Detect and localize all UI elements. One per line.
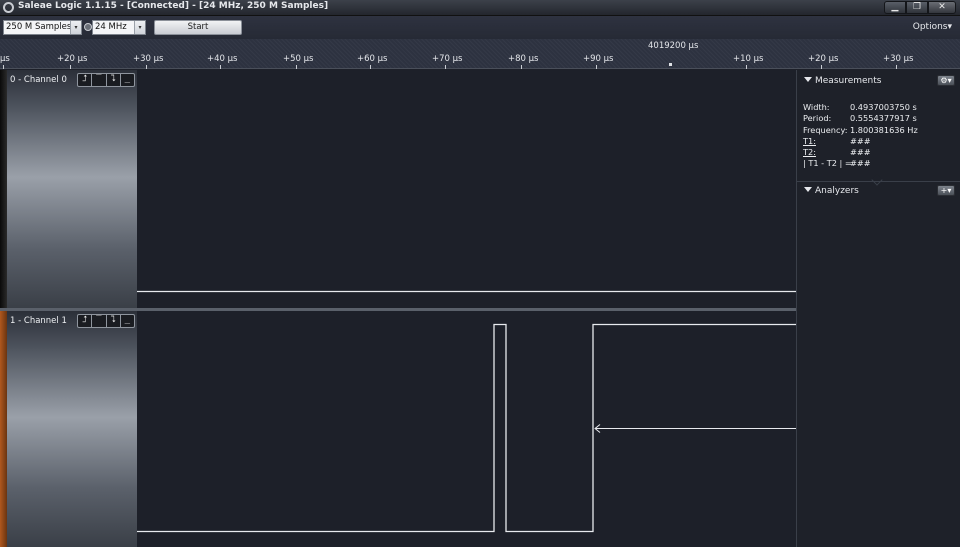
measurement-row: Frequency: 1.800381636 Hz — [803, 125, 959, 136]
ruler-tick-mark — [146, 65, 147, 69]
measurement-value: 1.800381636 Hz — [850, 124, 918, 135]
ruler-tick-label: +70 µs — [432, 54, 463, 64]
trigger-high-button[interactable]: ‾ — [92, 74, 107, 86]
trigger-falling-edge-button[interactable]: ⮧ — [107, 315, 121, 327]
channel-1-trace — [137, 323, 796, 533]
measurement-key: Width: — [803, 102, 830, 112]
measurement-row: T2: ### — [803, 147, 959, 158]
measurement-row: Width: 0.4937003750 s — [803, 102, 959, 113]
trigger-high-button[interactable]: ‾ — [92, 315, 107, 327]
trigger-buttons: ⮥ ‾ ⮧ _ — [77, 314, 135, 328]
channel-0-waveform[interactable] — [137, 70, 796, 308]
sample-rate-select[interactable]: 24 MHz ▾ — [92, 20, 146, 35]
add-analyzer-icon[interactable]: +▾ — [937, 185, 955, 196]
ruler-tick-mark — [521, 65, 522, 69]
ruler-tick-label: µs — [0, 54, 10, 64]
channel-1-waveform[interactable] — [137, 311, 796, 547]
ruler-tick-label: +40 µs — [207, 54, 238, 64]
ruler-tick-label: +20 µs — [57, 54, 88, 64]
t1-link[interactable]: T1: — [803, 136, 816, 146]
measurement-row: T1: ### — [803, 136, 959, 147]
trigger-low-button[interactable]: _ — [121, 74, 134, 86]
samples-select[interactable]: 250 M Samples ▾ — [3, 20, 82, 35]
trigger-low-button[interactable]: _ — [121, 315, 134, 327]
clock-icon — [84, 23, 92, 31]
ruler-tick-mark — [821, 65, 822, 69]
start-button[interactable]: Start — [154, 20, 242, 35]
ruler-tick-mark — [70, 65, 71, 69]
ruler-center-time: 4019200 µs — [648, 41, 699, 51]
window-title: Saleae Logic 1.1.15 - [Connected] - [24 … — [18, 1, 329, 11]
measurement-value: ### — [850, 147, 871, 158]
close-button[interactable]: ✕ — [928, 1, 956, 14]
ruler-tick-label: +90 µs — [583, 54, 614, 64]
channel-color-bar — [0, 70, 7, 308]
analyzers-title: Analyzers — [815, 186, 859, 196]
toolbar: 250 M Samples ▾ 24 MHz ▾ Start Options▾ — [0, 16, 960, 39]
side-panel: Measurements ⚙▾ Width: 0.4937003750 s Pe… — [796, 70, 960, 547]
channel-color-bar — [0, 311, 7, 547]
measurements-title: Measurements — [815, 76, 882, 86]
saleae-logic-window: Saleae Logic 1.1.15 - [Connected] - [24 … — [0, 0, 960, 547]
ruler-tick-mark — [220, 65, 221, 69]
ruler-center-marker — [669, 63, 672, 66]
title-bar: Saleae Logic 1.1.15 - [Connected] - [24 … — [0, 0, 960, 16]
collapse-triangle-icon[interactable] — [804, 77, 812, 82]
measurement-value: 0.4937003750 s — [850, 102, 917, 112]
analyzers-header[interactable]: Analyzers +▾ — [797, 181, 960, 199]
ruler-tick-mark — [3, 65, 4, 69]
maximize-button[interactable]: ❐ — [906, 1, 928, 14]
measurement-key: Frequency: — [803, 124, 848, 135]
ruler-tick-label: +50 µs — [283, 54, 314, 64]
chevron-down-icon[interactable]: ▾ — [134, 21, 145, 34]
saleae-logo-icon — [3, 2, 14, 13]
ruler-tick-mark — [596, 65, 597, 69]
measurement-key: Period: — [803, 113, 832, 124]
time-ruler[interactable]: 4019200 µs µs +20 µs +30 µs +40 µs +50 µs +60… — [0, 39, 960, 69]
gear-icon[interactable]: ⚙▾ — [937, 75, 955, 86]
chevron-down-icon[interactable]: ▾ — [70, 21, 81, 34]
channel-0-row: 0 - Channel 0 ⮥ ‾ ⮧ _ — [0, 70, 796, 308]
trigger-falling-edge-button[interactable]: ⮧ — [107, 74, 121, 86]
ruler-tick-mark — [445, 65, 446, 69]
measurement-row: Period: 0.5554377917 s — [803, 113, 959, 124]
measurement-value: ### — [850, 158, 871, 169]
measurements-list: Width: 0.4937003750 s Period: 0.55543779… — [803, 102, 959, 170]
ruler-tick-label: +30 µs — [133, 54, 164, 64]
channel-1-header[interactable]: 1 - Channel 1 ⮥ ‾ ⮧ _ — [7, 311, 137, 547]
measurement-row: | T1 - T2 | = ### — [803, 158, 959, 169]
measurement-value: 0.5554377917 s — [850, 113, 917, 124]
t2-link[interactable]: T2: — [803, 147, 816, 157]
options-menu-button[interactable]: Options▾ — [913, 22, 952, 32]
ruler-tick-label: +10 µs — [733, 54, 764, 64]
measurements-header[interactable]: Measurements ⚙▾ — [797, 72, 960, 90]
ruler-tick-mark — [746, 65, 747, 69]
ruler-tick-label: +30 µs — [883, 54, 914, 64]
trigger-rising-edge-button[interactable]: ⮥ — [78, 74, 93, 86]
ruler-tick-mark — [296, 65, 297, 69]
collapse-triangle-icon[interactable] — [804, 187, 812, 192]
trigger-buttons: ⮥ ‾ ⮧ _ — [77, 73, 135, 87]
ruler-tick-label: +20 µs — [808, 54, 839, 64]
samples-value: 250 M Samples — [6, 22, 72, 32]
ruler-tick-mark — [896, 65, 897, 69]
minimize-button[interactable]: ▁ — [884, 1, 906, 14]
ruler-tick-label: +80 µs — [508, 54, 539, 64]
ruler-tick-mark — [370, 65, 371, 69]
channel-1-row: 1 - Channel 1 ⮥ ‾ ⮧ _ — [0, 311, 796, 547]
measurement-value: ### — [850, 135, 871, 146]
sample-rate-value: 24 MHz — [95, 22, 127, 32]
trigger-rising-edge-button[interactable]: ⮥ — [78, 315, 93, 327]
channel-0-header[interactable]: 0 - Channel 0 ⮥ ‾ ⮧ _ — [7, 70, 137, 308]
ruler-tick-label: +60 µs — [357, 54, 388, 64]
channel-name: 0 - Channel 0 — [10, 75, 67, 85]
channel-name: 1 - Channel 1 — [10, 316, 67, 326]
measurement-key: | T1 - T2 | = — [803, 158, 852, 169]
channel-0-trace — [137, 290, 796, 293]
